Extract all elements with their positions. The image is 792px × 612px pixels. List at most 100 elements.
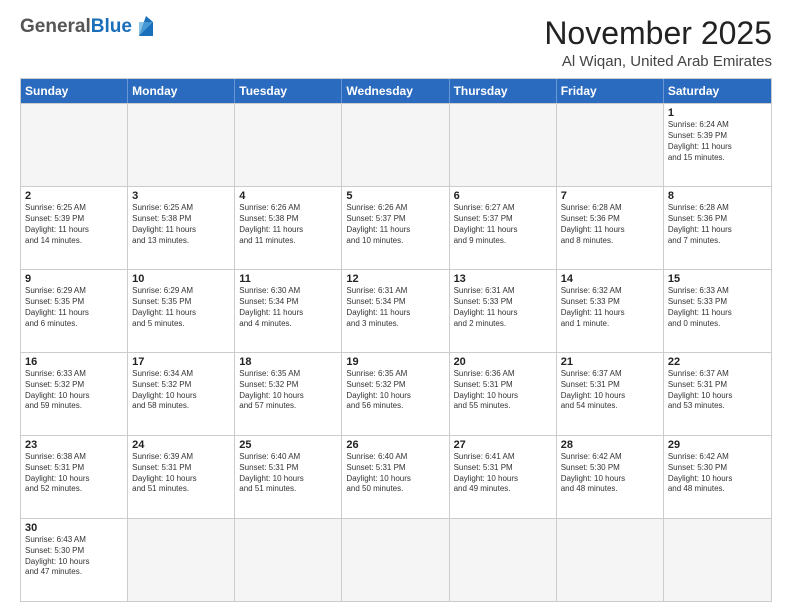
day-number: 18 (239, 356, 337, 368)
day-info: Sunrise: 6:28 AM Sunset: 5:36 PM Dayligh… (561, 203, 659, 246)
logo: General Blue (20, 16, 157, 38)
cal-cell: 30Sunrise: 6:43 AM Sunset: 5:30 PM Dayli… (21, 519, 128, 601)
day-number: 17 (132, 356, 230, 368)
title-block: November 2025 Al Wiqan, United Arab Emir… (544, 16, 772, 70)
cal-header-wednesday: Wednesday (342, 79, 449, 103)
day-info: Sunrise: 6:30 AM Sunset: 5:34 PM Dayligh… (239, 286, 337, 329)
cal-header-tuesday: Tuesday (235, 79, 342, 103)
cal-cell: 16Sunrise: 6:33 AM Sunset: 5:32 PM Dayli… (21, 353, 128, 435)
month-title: November 2025 (544, 16, 772, 51)
cal-cell: 6Sunrise: 6:27 AM Sunset: 5:37 PM Daylig… (450, 187, 557, 269)
cal-cell: 4Sunrise: 6:26 AM Sunset: 5:38 PM Daylig… (235, 187, 342, 269)
day-number: 13 (454, 273, 552, 285)
cal-cell: 8Sunrise: 6:28 AM Sunset: 5:36 PM Daylig… (664, 187, 771, 269)
cal-header-saturday: Saturday (664, 79, 771, 103)
day-info: Sunrise: 6:42 AM Sunset: 5:30 PM Dayligh… (561, 452, 659, 495)
day-info: Sunrise: 6:36 AM Sunset: 5:31 PM Dayligh… (454, 369, 552, 412)
day-info: Sunrise: 6:33 AM Sunset: 5:32 PM Dayligh… (25, 369, 123, 412)
day-info: Sunrise: 6:35 AM Sunset: 5:32 PM Dayligh… (239, 369, 337, 412)
cal-cell: 27Sunrise: 6:41 AM Sunset: 5:31 PM Dayli… (450, 436, 557, 518)
cal-cell: 2Sunrise: 6:25 AM Sunset: 5:39 PM Daylig… (21, 187, 128, 269)
day-info: Sunrise: 6:39 AM Sunset: 5:31 PM Dayligh… (132, 452, 230, 495)
cal-cell: 15Sunrise: 6:33 AM Sunset: 5:33 PM Dayli… (664, 270, 771, 352)
day-number: 3 (132, 190, 230, 202)
day-number: 16 (25, 356, 123, 368)
cal-cell: 14Sunrise: 6:32 AM Sunset: 5:33 PM Dayli… (557, 270, 664, 352)
cal-cell: 11Sunrise: 6:30 AM Sunset: 5:34 PM Dayli… (235, 270, 342, 352)
logo-icon (135, 16, 157, 38)
day-number: 24 (132, 439, 230, 451)
day-info: Sunrise: 6:25 AM Sunset: 5:38 PM Dayligh… (132, 203, 230, 246)
cal-cell: 20Sunrise: 6:36 AM Sunset: 5:31 PM Dayli… (450, 353, 557, 435)
cal-cell: 23Sunrise: 6:38 AM Sunset: 5:31 PM Dayli… (21, 436, 128, 518)
cal-cell: 3Sunrise: 6:25 AM Sunset: 5:38 PM Daylig… (128, 187, 235, 269)
day-info: Sunrise: 6:26 AM Sunset: 5:37 PM Dayligh… (346, 203, 444, 246)
day-number: 27 (454, 439, 552, 451)
cal-row-3: 16Sunrise: 6:33 AM Sunset: 5:32 PM Dayli… (21, 352, 771, 435)
day-info: Sunrise: 6:37 AM Sunset: 5:31 PM Dayligh… (668, 369, 767, 412)
day-info: Sunrise: 6:32 AM Sunset: 5:33 PM Dayligh… (561, 286, 659, 329)
day-number: 2 (25, 190, 123, 202)
day-info: Sunrise: 6:25 AM Sunset: 5:39 PM Dayligh… (25, 203, 123, 246)
cal-header-thursday: Thursday (450, 79, 557, 103)
day-info: Sunrise: 6:31 AM Sunset: 5:33 PM Dayligh… (454, 286, 552, 329)
cal-header-friday: Friday (557, 79, 664, 103)
day-number: 21 (561, 356, 659, 368)
cal-header-sunday: Sunday (21, 79, 128, 103)
cal-cell: 28Sunrise: 6:42 AM Sunset: 5:30 PM Dayli… (557, 436, 664, 518)
cal-cell: 13Sunrise: 6:31 AM Sunset: 5:33 PM Dayli… (450, 270, 557, 352)
day-number: 5 (346, 190, 444, 202)
day-number: 26 (346, 439, 444, 451)
day-number: 11 (239, 273, 337, 285)
day-info: Sunrise: 6:42 AM Sunset: 5:30 PM Dayligh… (668, 452, 767, 495)
cal-cell: 25Sunrise: 6:40 AM Sunset: 5:31 PM Dayli… (235, 436, 342, 518)
cal-row-2: 9Sunrise: 6:29 AM Sunset: 5:35 PM Daylig… (21, 269, 771, 352)
cal-cell (21, 104, 128, 186)
cal-cell (235, 104, 342, 186)
cal-cell (128, 104, 235, 186)
cal-cell (235, 519, 342, 601)
calendar-header: SundayMondayTuesdayWednesdayThursdayFrid… (21, 79, 771, 103)
cal-cell: 19Sunrise: 6:35 AM Sunset: 5:32 PM Dayli… (342, 353, 449, 435)
day-number: 7 (561, 190, 659, 202)
cal-cell (128, 519, 235, 601)
day-info: Sunrise: 6:33 AM Sunset: 5:33 PM Dayligh… (668, 286, 767, 329)
cal-cell: 21Sunrise: 6:37 AM Sunset: 5:31 PM Dayli… (557, 353, 664, 435)
day-info: Sunrise: 6:35 AM Sunset: 5:32 PM Dayligh… (346, 369, 444, 412)
cal-cell (342, 104, 449, 186)
day-info: Sunrise: 6:24 AM Sunset: 5:39 PM Dayligh… (668, 120, 767, 163)
day-info: Sunrise: 6:43 AM Sunset: 5:30 PM Dayligh… (25, 535, 123, 578)
cal-header-monday: Monday (128, 79, 235, 103)
day-number: 23 (25, 439, 123, 451)
cal-cell: 26Sunrise: 6:40 AM Sunset: 5:31 PM Dayli… (342, 436, 449, 518)
day-number: 20 (454, 356, 552, 368)
day-number: 30 (25, 522, 123, 534)
cal-cell (450, 104, 557, 186)
day-number: 4 (239, 190, 337, 202)
day-info: Sunrise: 6:41 AM Sunset: 5:31 PM Dayligh… (454, 452, 552, 495)
cal-row-0: 1Sunrise: 6:24 AM Sunset: 5:39 PM Daylig… (21, 103, 771, 186)
cal-cell: 1Sunrise: 6:24 AM Sunset: 5:39 PM Daylig… (664, 104, 771, 186)
cal-cell: 18Sunrise: 6:35 AM Sunset: 5:32 PM Dayli… (235, 353, 342, 435)
cal-cell: 9Sunrise: 6:29 AM Sunset: 5:35 PM Daylig… (21, 270, 128, 352)
day-number: 6 (454, 190, 552, 202)
day-info: Sunrise: 6:28 AM Sunset: 5:36 PM Dayligh… (668, 203, 767, 246)
calendar-body: 1Sunrise: 6:24 AM Sunset: 5:39 PM Daylig… (21, 103, 771, 601)
day-info: Sunrise: 6:38 AM Sunset: 5:31 PM Dayligh… (25, 452, 123, 495)
cal-cell: 22Sunrise: 6:37 AM Sunset: 5:31 PM Dayli… (664, 353, 771, 435)
cal-cell: 29Sunrise: 6:42 AM Sunset: 5:30 PM Dayli… (664, 436, 771, 518)
day-info: Sunrise: 6:40 AM Sunset: 5:31 PM Dayligh… (239, 452, 337, 495)
cal-cell (664, 519, 771, 601)
cal-cell (450, 519, 557, 601)
day-number: 10 (132, 273, 230, 285)
day-number: 14 (561, 273, 659, 285)
cal-cell: 5Sunrise: 6:26 AM Sunset: 5:37 PM Daylig… (342, 187, 449, 269)
day-number: 25 (239, 439, 337, 451)
day-number: 8 (668, 190, 767, 202)
cal-row-4: 23Sunrise: 6:38 AM Sunset: 5:31 PM Dayli… (21, 435, 771, 518)
day-number: 15 (668, 273, 767, 285)
day-info: Sunrise: 6:40 AM Sunset: 5:31 PM Dayligh… (346, 452, 444, 495)
cal-cell: 12Sunrise: 6:31 AM Sunset: 5:34 PM Dayli… (342, 270, 449, 352)
cal-cell: 17Sunrise: 6:34 AM Sunset: 5:32 PM Dayli… (128, 353, 235, 435)
day-info: Sunrise: 6:37 AM Sunset: 5:31 PM Dayligh… (561, 369, 659, 412)
